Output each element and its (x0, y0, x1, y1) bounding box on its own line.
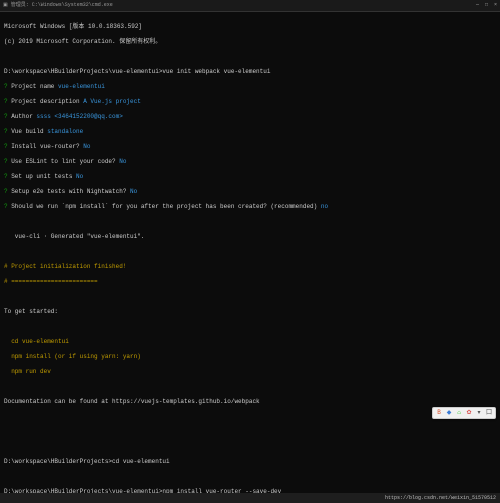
close-button[interactable]: × (494, 2, 497, 8)
prompt-line: D:\workspace\HBuilderProjects>cd vue-ele… (4, 458, 496, 466)
floating-toolbar: B ◆ ⌂ ✿ ▾ 囗 (432, 407, 496, 419)
maximize-button[interactable]: □ (485, 2, 488, 8)
home-icon[interactable]: ⌂ (455, 409, 463, 417)
line: Microsoft Windows [版本 10.0.18363.592] (4, 23, 496, 31)
diamond-icon[interactable]: ◆ (445, 409, 453, 417)
minimize-button[interactable]: — (476, 2, 479, 8)
terminal-output[interactable]: Microsoft Windows [版本 10.0.18363.592] (c… (0, 12, 500, 503)
fullscreen-icon[interactable]: 囗 (485, 409, 493, 417)
bold-icon[interactable]: B (435, 409, 443, 417)
window-title: 管理员: C:\Windows\System32\cmd.exe (11, 2, 113, 8)
window-titlebar: ▣ 管理员: C:\Windows\System32\cmd.exe — □ × (0, 0, 500, 12)
flower-icon[interactable]: ✿ (465, 409, 473, 417)
prompt-line: D:\workspace\HBuilderProjects\vue-elemen… (4, 68, 496, 76)
line: (c) 2019 Microsoft Corporation. 保留所有权利。 (4, 38, 496, 46)
dropdown-icon[interactable]: ▾ (475, 409, 483, 417)
status-bar: https://blog.csdn.net/weixin_51570512 (0, 493, 500, 503)
status-url: https://blog.csdn.net/weixin_51570512 (385, 495, 496, 501)
section-head: # Project initialization finished! (4, 263, 496, 271)
cmd-icon: ▣ (3, 2, 8, 8)
